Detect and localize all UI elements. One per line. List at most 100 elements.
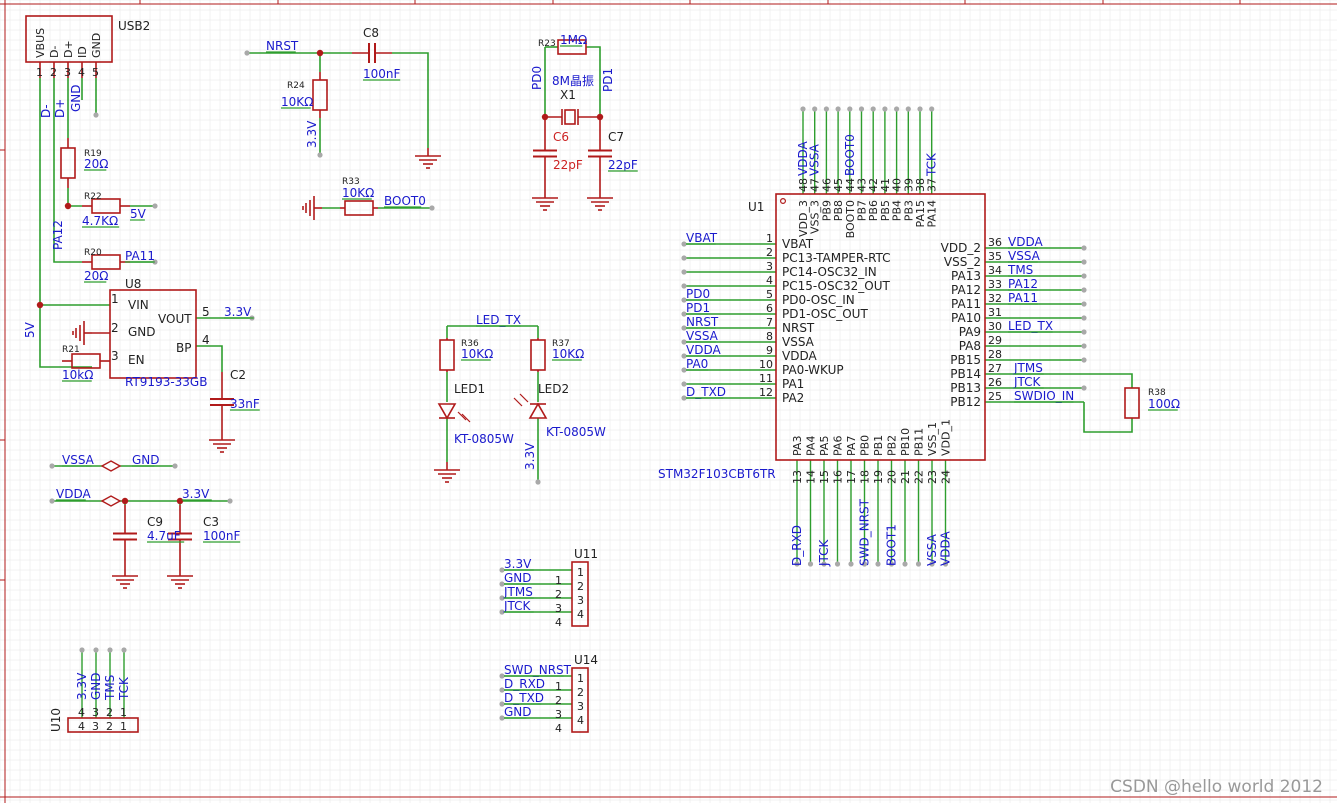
u14-pin-number: 4 <box>577 714 584 727</box>
u1-right-net: LED_TX <box>1008 319 1053 333</box>
c3-value: 100nF <box>203 529 241 543</box>
u14-pin-number: 1 <box>555 680 562 693</box>
net-pa12-usb: PA12 <box>51 220 65 250</box>
net-boot0-block: BOOT0 <box>384 194 426 208</box>
usb2-pin-number: 1 <box>36 66 43 79</box>
u8-pin-number: 5 <box>202 305 210 319</box>
net-d-plus: D+ <box>53 99 67 118</box>
r19 <box>60 147 76 179</box>
net-pd0-crystal: PD0 <box>530 66 544 90</box>
u1-right-net: TMS <box>1007 263 1033 277</box>
wire-end <box>681 269 687 275</box>
wire-end <box>858 106 865 112</box>
wire-end <box>847 106 853 112</box>
u10-pin-number: 1 <box>120 706 127 719</box>
u8-pin-bp: BP <box>176 341 191 355</box>
u11-pin-number: 3 <box>577 594 584 607</box>
x1-value: 8M晶振 <box>552 74 594 88</box>
u1-pin-number: 34 <box>988 264 1002 277</box>
u1-pin-name: PD0-OSC_IN <box>782 293 855 307</box>
wire-end <box>107 647 113 653</box>
u8-ref: U8 <box>125 277 141 291</box>
u1-top-net: TCK <box>925 152 939 177</box>
r20-value: 20Ω <box>84 269 108 283</box>
u1-top-net: VSSA <box>808 143 822 176</box>
u1-pin-name: VDD_1 <box>940 419 953 456</box>
u11-pin-number: 2 <box>577 580 584 593</box>
u1-pin-number: 31 <box>988 306 1002 319</box>
u8-pin-gnd: GND <box>128 325 156 339</box>
u14-pin-number: 1 <box>577 672 584 685</box>
wire-end <box>834 561 841 567</box>
r20-ref: R20 <box>84 248 102 258</box>
u1-pin-name: PD1-OSC_OUT <box>782 307 868 321</box>
u1-pin-name: PA11 <box>951 297 981 311</box>
wire-end <box>823 106 830 112</box>
usb2-pin-number: 2 <box>50 66 57 79</box>
u1-pin-number: 27 <box>988 362 1002 375</box>
u1-pin-name: PB0 <box>859 435 872 456</box>
led2-ref: LED2 <box>538 382 569 396</box>
c9-junction <box>121 497 129 505</box>
u1-pin-name: NRST <box>782 321 815 335</box>
wire-end <box>121 647 127 653</box>
u1-pin-name: PA13 <box>951 269 981 283</box>
r36-value: 10KΩ <box>461 347 493 361</box>
u11-pin-number: 3 <box>555 602 562 615</box>
wire-end <box>1081 385 1087 391</box>
u10-net: GND <box>89 672 103 700</box>
u1-pin-number: 3 <box>766 260 773 273</box>
u1-pin-number: 10 <box>759 358 773 371</box>
u1-left-net: PD1 <box>686 301 710 315</box>
u1-pin-number: 11 <box>759 372 773 385</box>
schematic-canvas: USB2VBUS D- D+ ID GND1 2 3 4 55VD- D+R1920ΩR224.7… <box>0 0 1337 803</box>
u11-pin-number: 1 <box>577 566 584 579</box>
wire-end <box>681 255 687 261</box>
wire-end <box>172 463 178 469</box>
u1-pin-number: 23 <box>926 470 939 484</box>
u1-pin-name: PB1 <box>872 435 885 456</box>
u1-pin-name: VDD_2 <box>941 241 981 255</box>
led2-arrow <box>513 397 523 407</box>
u1-pin-name: PB11 <box>913 428 926 456</box>
usb2-pin-name: ID <box>76 46 89 58</box>
u10-pin-number: 2 <box>106 720 113 733</box>
u14-pin-number: 2 <box>577 686 584 699</box>
u1-pin-number: 36 <box>988 236 1002 249</box>
net-5v-vbus: 5V <box>23 321 37 338</box>
u1-part: STM32F103CBT6TR <box>658 467 776 481</box>
u10-pin-number: 4 <box>78 706 85 719</box>
wire-end <box>917 106 923 112</box>
u1-top-net: BOOT0 <box>843 134 857 176</box>
net-tie-vdda <box>100 495 122 507</box>
net-gnd-link: GND <box>132 453 160 467</box>
r23-ref: R23 <box>538 39 556 49</box>
led1-part: KT-0805W <box>454 432 514 446</box>
wire-end <box>894 106 900 112</box>
u11-net: 3.3V <box>504 557 532 571</box>
u1-pin-name: PB2 <box>886 435 899 456</box>
wire-end <box>807 561 814 567</box>
u1-left-net: PD0 <box>686 287 710 301</box>
u1-pin-name: PA5 <box>818 436 831 456</box>
r37 <box>530 339 546 371</box>
r24-ref: R24 <box>287 81 305 91</box>
r36 <box>439 339 455 371</box>
c6-ref: C6 <box>553 130 569 144</box>
u1-pin-number: 35 <box>988 250 1002 263</box>
u14-net: SWD_NRST <box>504 663 572 677</box>
wire-end <box>848 561 854 567</box>
u1-left-net: NRST <box>686 315 719 329</box>
u1-ref: U1 <box>748 200 764 214</box>
u10-pin-number: 3 <box>92 706 99 719</box>
u10-net: TMS <box>103 675 117 701</box>
u10-pin-number: 4 <box>78 720 85 733</box>
usb2-ref: USB2 <box>118 19 150 33</box>
wire-end <box>905 106 911 112</box>
u1-left-net: VBAT <box>686 231 718 245</box>
net-tie-vssa <box>100 460 122 472</box>
r33-value: 10KΩ <box>342 186 374 200</box>
wire-end <box>875 561 881 567</box>
u11-pin-number: 1 <box>555 574 562 587</box>
u14-pin-number: 3 <box>555 708 562 721</box>
